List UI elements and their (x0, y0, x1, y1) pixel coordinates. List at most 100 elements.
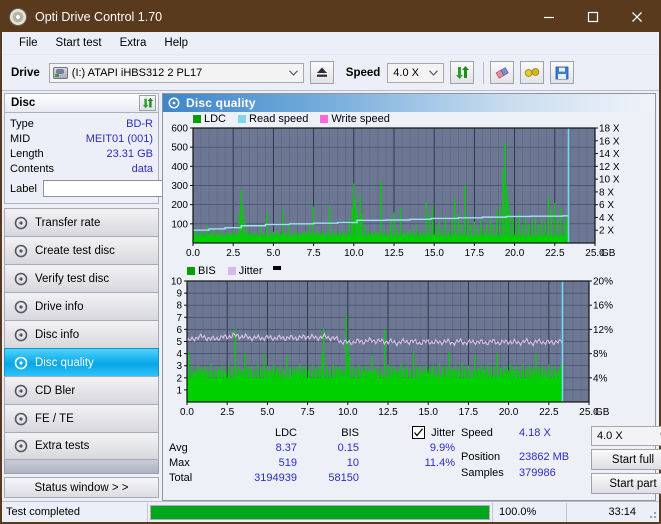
close-icon[interactable] (615, 2, 659, 32)
glasses-icon (525, 68, 540, 77)
scan-position-label: Position (461, 451, 501, 463)
svg-text:300: 300 (171, 181, 188, 192)
resize-grip[interactable] (644, 506, 656, 518)
window-controls (527, 2, 659, 32)
svg-text:17.5: 17.5 (465, 248, 485, 259)
stats-avg-bis: 0.15 (337, 441, 359, 454)
disc-contents-value: data (131, 162, 153, 175)
progress-bar (150, 504, 490, 520)
status-bar: Test completed 100.0% 33:14 (2, 501, 659, 522)
erase-button[interactable] (490, 61, 515, 84)
legend-swatch-ldc (193, 115, 201, 123)
disc-icon (9, 8, 27, 26)
stats-avg-jitter: 9.9% (429, 441, 455, 454)
checkmark-icon (414, 428, 424, 437)
test-nav-list: Transfer rate Create test disc Verify te… (4, 208, 159, 460)
svg-text:16%: 16% (593, 301, 613, 312)
save-button[interactable] (550, 61, 575, 84)
app-body: Disc Type BD-R MID MEIT01 (001) Length 2… (2, 91, 661, 501)
svg-text:0.0: 0.0 (180, 407, 194, 418)
status-window-button[interactable]: Status window > > (4, 477, 159, 498)
chevron-down-icon (429, 69, 439, 76)
maximize-icon[interactable] (571, 2, 615, 32)
bis-chart-legend: BIS Jitter (187, 265, 281, 277)
svg-text:10 X: 10 X (599, 175, 620, 186)
svg-text:8: 8 (176, 301, 182, 312)
sidebar-item-verify-test-disc[interactable]: Verify test disc (4, 264, 159, 292)
menu-item-file[interactable]: File (10, 35, 47, 51)
disc-test-icon (12, 356, 30, 370)
jitter-checkbox[interactable] (412, 426, 426, 439)
stats-max-bis: 10 (346, 456, 359, 469)
stats-row-label: Total (169, 471, 193, 484)
stats-total-ldc: 3194939 (254, 471, 297, 484)
svg-text:5.0: 5.0 (266, 248, 280, 259)
sidebar-item-cd-bler[interactable]: CD Bler (4, 376, 159, 404)
svg-text:1: 1 (176, 385, 182, 396)
menu-item-extra[interactable]: Extra (111, 35, 156, 51)
title-bar: Opti Drive Control 1.70 (2, 2, 659, 32)
scan-samples-label: Samples (461, 467, 504, 479)
sidebar-item-extra-tests[interactable]: Extra tests (4, 432, 159, 460)
disc-info-panel: Type BD-R MID MEIT01 (001) Length 23.31 … (4, 113, 249, 204)
stats-total-bis: 58150 (328, 471, 359, 484)
disc-type-value: BD-R (126, 117, 153, 130)
eject-icon (316, 67, 327, 77)
disc-refresh-button[interactable] (139, 95, 156, 111)
svg-text:22.5: 22.5 (539, 407, 559, 418)
sidebar-item-label: Transfer rate (35, 216, 101, 229)
ldc-chart-legend: LDC Read speed Write speed (193, 113, 390, 125)
disc-row-mid: MID MEIT01 (001) (10, 131, 153, 146)
drive-select[interactable]: (I:) ATAPI iHBS312 2 PL17 (48, 62, 304, 83)
sidebar-item-drive-info[interactable]: Drive info (4, 292, 159, 320)
ldc-chart-canvas[interactable]: 100 200 300 400 500 600 2 X 4 X 6 X 8 X10 X 12 X 14… (163, 112, 657, 264)
svg-text:10.0: 10.0 (338, 407, 358, 418)
menu-item-start-test[interactable]: Start test (47, 35, 111, 51)
svg-text:12%: 12% (593, 325, 613, 336)
window-title: Opti Drive Control 1.70 (35, 10, 163, 24)
glasses-button[interactable] (520, 61, 545, 84)
svg-text:16 X: 16 X (599, 136, 620, 147)
disc-label-label: Label (10, 182, 37, 195)
refresh-button[interactable] (450, 61, 475, 84)
svg-text:2: 2 (176, 373, 182, 384)
stats-row-label: Max (169, 456, 190, 469)
sidebar-item-create-test-disc[interactable]: Create test disc (4, 236, 159, 264)
legend-label-write-speed: Write speed (331, 113, 390, 125)
svg-text:14 X: 14 X (599, 149, 620, 160)
status-message: Test completed (2, 502, 148, 522)
menu-item-help[interactable]: Help (155, 35, 197, 51)
disc-panel-title: Disc (11, 97, 36, 109)
sidebar-item-label: Drive info (35, 300, 84, 313)
sidebar-item-disc-quality[interactable]: Disc quality (4, 348, 159, 376)
minimize-icon[interactable] (527, 2, 571, 32)
disc-row-type: Type BD-R (10, 116, 153, 131)
legend-label-ldc: LDC (204, 113, 227, 125)
sidebar-item-label: Disc info (35, 328, 80, 341)
sidebar-item-transfer-rate[interactable]: Transfer rate (4, 208, 159, 236)
sidebar-item-label: Extra tests (35, 440, 90, 452)
scan-info: Speed Position Samples 4.18 X 23862 MB 3… (461, 425, 661, 500)
disc-test-icon (12, 300, 30, 314)
progress-percent-text: 100.0% (492, 502, 566, 522)
sidebar-item-label: FE / TE (35, 412, 74, 425)
start-part-button[interactable]: Start part (591, 473, 661, 494)
refresh-icon (455, 66, 469, 79)
sidebar-item-fe-te[interactable]: FE / TE (4, 404, 159, 432)
scan-speed-select[interactable]: 4.0 X (591, 426, 661, 446)
eject-button[interactable] (309, 61, 334, 84)
stats-row-label: Avg (169, 441, 188, 454)
start-full-button[interactable]: Start full (591, 449, 661, 470)
svg-text:15.0: 15.0 (424, 248, 444, 259)
svg-text:2.5: 2.5 (226, 248, 240, 259)
drive-label: Drive (11, 66, 40, 79)
speed-select[interactable]: 4.0 X (387, 62, 445, 83)
svg-text:15.0: 15.0 (418, 407, 438, 418)
bis-chart-canvas[interactable]: 12345678910 4% 8% 12% 16% 20% 0.0 2.5 5.0 7.5 10.0… (163, 264, 657, 421)
disc-test-icon (12, 216, 30, 230)
svg-text:9: 9 (176, 289, 182, 300)
sidebar-item-disc-info[interactable]: Disc info (4, 320, 159, 348)
main-panel: Disc quality LDC Read speed Write speed (162, 93, 661, 501)
stats-max-ldc: 519 (278, 456, 297, 469)
main-header-title: Disc quality (186, 96, 256, 110)
